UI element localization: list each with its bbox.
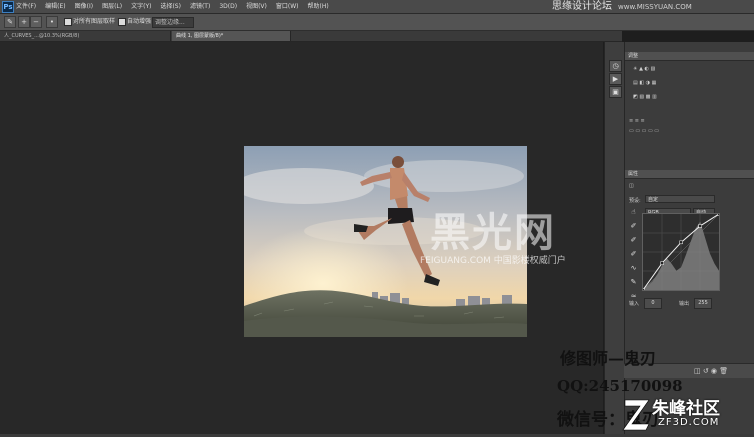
credit-line-1: 修图师—鬼刃 — [560, 349, 657, 368]
brush-size-icon[interactable]: • — [46, 16, 58, 28]
curve-point — [660, 261, 664, 265]
eyedropper-gray-icon[interactable]: ✐ — [629, 236, 638, 244]
corner-watermark-name: 朱峰社区 — [652, 399, 720, 419]
menu-bar: Ps 文件(F) 编辑(E) 图像(I) 图层(L) 文字(Y) 选择(S) 滤… — [0, 0, 754, 14]
target-adjust-icon[interactable]: ☝ — [629, 208, 638, 216]
corner-watermark: 朱峰社区 ZF3D.COM — [622, 392, 754, 437]
menu-select[interactable]: 选择(S) — [160, 0, 181, 13]
properties-panel-header[interactable]: 属性 — [625, 170, 754, 179]
tool-presets-icon[interactable]: ▣ — [609, 86, 622, 98]
preset-select[interactable]: 自定 — [645, 195, 715, 203]
top-watermark: 思缘设计论坛 www.MISSYUAN.COM — [552, 0, 692, 13]
eyedropper-white-icon[interactable]: ✐ — [629, 250, 638, 258]
actions-icon[interactable]: ▶ — [609, 73, 622, 85]
curve-output-field[interactable]: 255 — [694, 298, 712, 309]
curves-chart — [641, 212, 721, 292]
menu-layer[interactable]: 图层(L) — [102, 0, 122, 13]
curve-input-field[interactable]: 0 — [644, 298, 662, 309]
eyedropper-black-icon[interactable]: ✐ — [629, 222, 638, 230]
subtract-selection-icon[interactable]: − — [30, 16, 42, 28]
zf3d-logo-icon — [622, 399, 650, 431]
auto-enhance-label: 自动增强 — [127, 18, 152, 25]
menu-items: 文件(F) 编辑(E) 图像(I) 图层(L) 文字(Y) 选择(S) 滤镜(T… — [16, 0, 329, 13]
menu-filter[interactable]: 滤镜(T) — [190, 0, 210, 13]
smooth-icon[interactable]: ≈ — [629, 292, 638, 300]
brush-tool-icon[interactable]: ✎ — [4, 16, 16, 28]
adjust-row-1: ☀ ▲ ◐ ▨ — [633, 66, 656, 72]
menu-window[interactable]: 窗口(W) — [276, 0, 299, 13]
menu-3d[interactable]: 3D(D) — [219, 0, 237, 13]
menu-view[interactable]: 视图(V) — [246, 0, 267, 13]
curves-graph[interactable] — [641, 212, 721, 292]
pencil-icon[interactable]: ✎ — [629, 278, 638, 286]
curve-point-icon[interactable]: ∿ — [629, 264, 638, 272]
adjust-row-2: ▤ ◧ ◑ ▦ — [633, 80, 657, 86]
menu-type[interactable]: 文字(Y) — [131, 0, 151, 13]
photoshop-logo-icon[interactable]: Ps — [2, 1, 14, 13]
brand-watermark: 黑光网 FEIGUANG.COM 中国影楼权威门户 — [420, 195, 630, 275]
adjust-row-3: ◩ ▧ ▩ ▥ — [633, 94, 657, 100]
menu-edit[interactable]: 编辑(E) — [45, 0, 65, 13]
curve-point — [698, 224, 702, 228]
brand-sub-text: FEIGUANG.COM 中国影楼权威门户 — [420, 256, 566, 266]
doc-tab-2[interactable]: 曲线 1, 图层蒙版/8)* — [172, 31, 291, 41]
curve-values-row: 0 255 — [638, 298, 722, 309]
layers-text-1: ≡ ≡ ≡ — [629, 118, 645, 124]
curve-point — [717, 212, 721, 216]
menu-image[interactable]: 图像(I) — [75, 0, 93, 13]
preset-label: 预设: — [629, 198, 641, 204]
sample-all-layers-checkbox[interactable] — [64, 18, 72, 26]
doc-tab-1[interactable]: 人_CURVES_...@10.3%(RGB/8) — [0, 31, 171, 41]
curve-point — [679, 240, 683, 245]
top-watermark-url: www.MISSYUAN.COM — [618, 3, 692, 11]
layers-text-2: ▭ ▭ ▭ ▭ ▭ — [629, 128, 659, 134]
adjust-panel-header[interactable]: 调整 — [625, 52, 754, 61]
history-icon[interactable]: ◷ — [609, 60, 622, 72]
auto-enhance-checkbox[interactable] — [118, 18, 126, 26]
curve-point — [641, 288, 645, 292]
corner-watermark-url: ZF3D.COM — [658, 417, 720, 428]
add-selection-icon[interactable]: + — [18, 16, 30, 28]
menu-help[interactable]: 帮助(H) — [308, 0, 329, 13]
menu-file[interactable]: 文件(F) — [16, 0, 36, 13]
sample-all-layers-label: 对所有图层取样 — [73, 18, 116, 25]
options-bar: ✎ + − • 对所有图层取样 自动增强 调整边缘... — [0, 14, 754, 31]
curves-icon: ◫ — [629, 183, 634, 189]
top-watermark-text: 思缘设计论坛 — [552, 1, 612, 12]
document-tabs: 人_CURVES_...@10.3%(RGB/8) 曲线 1, 图层蒙版/8)* — [0, 31, 622, 42]
refine-edge-button[interactable]: 调整边缘... — [152, 17, 194, 28]
brand-logo-text: 黑光网 — [430, 210, 556, 256]
